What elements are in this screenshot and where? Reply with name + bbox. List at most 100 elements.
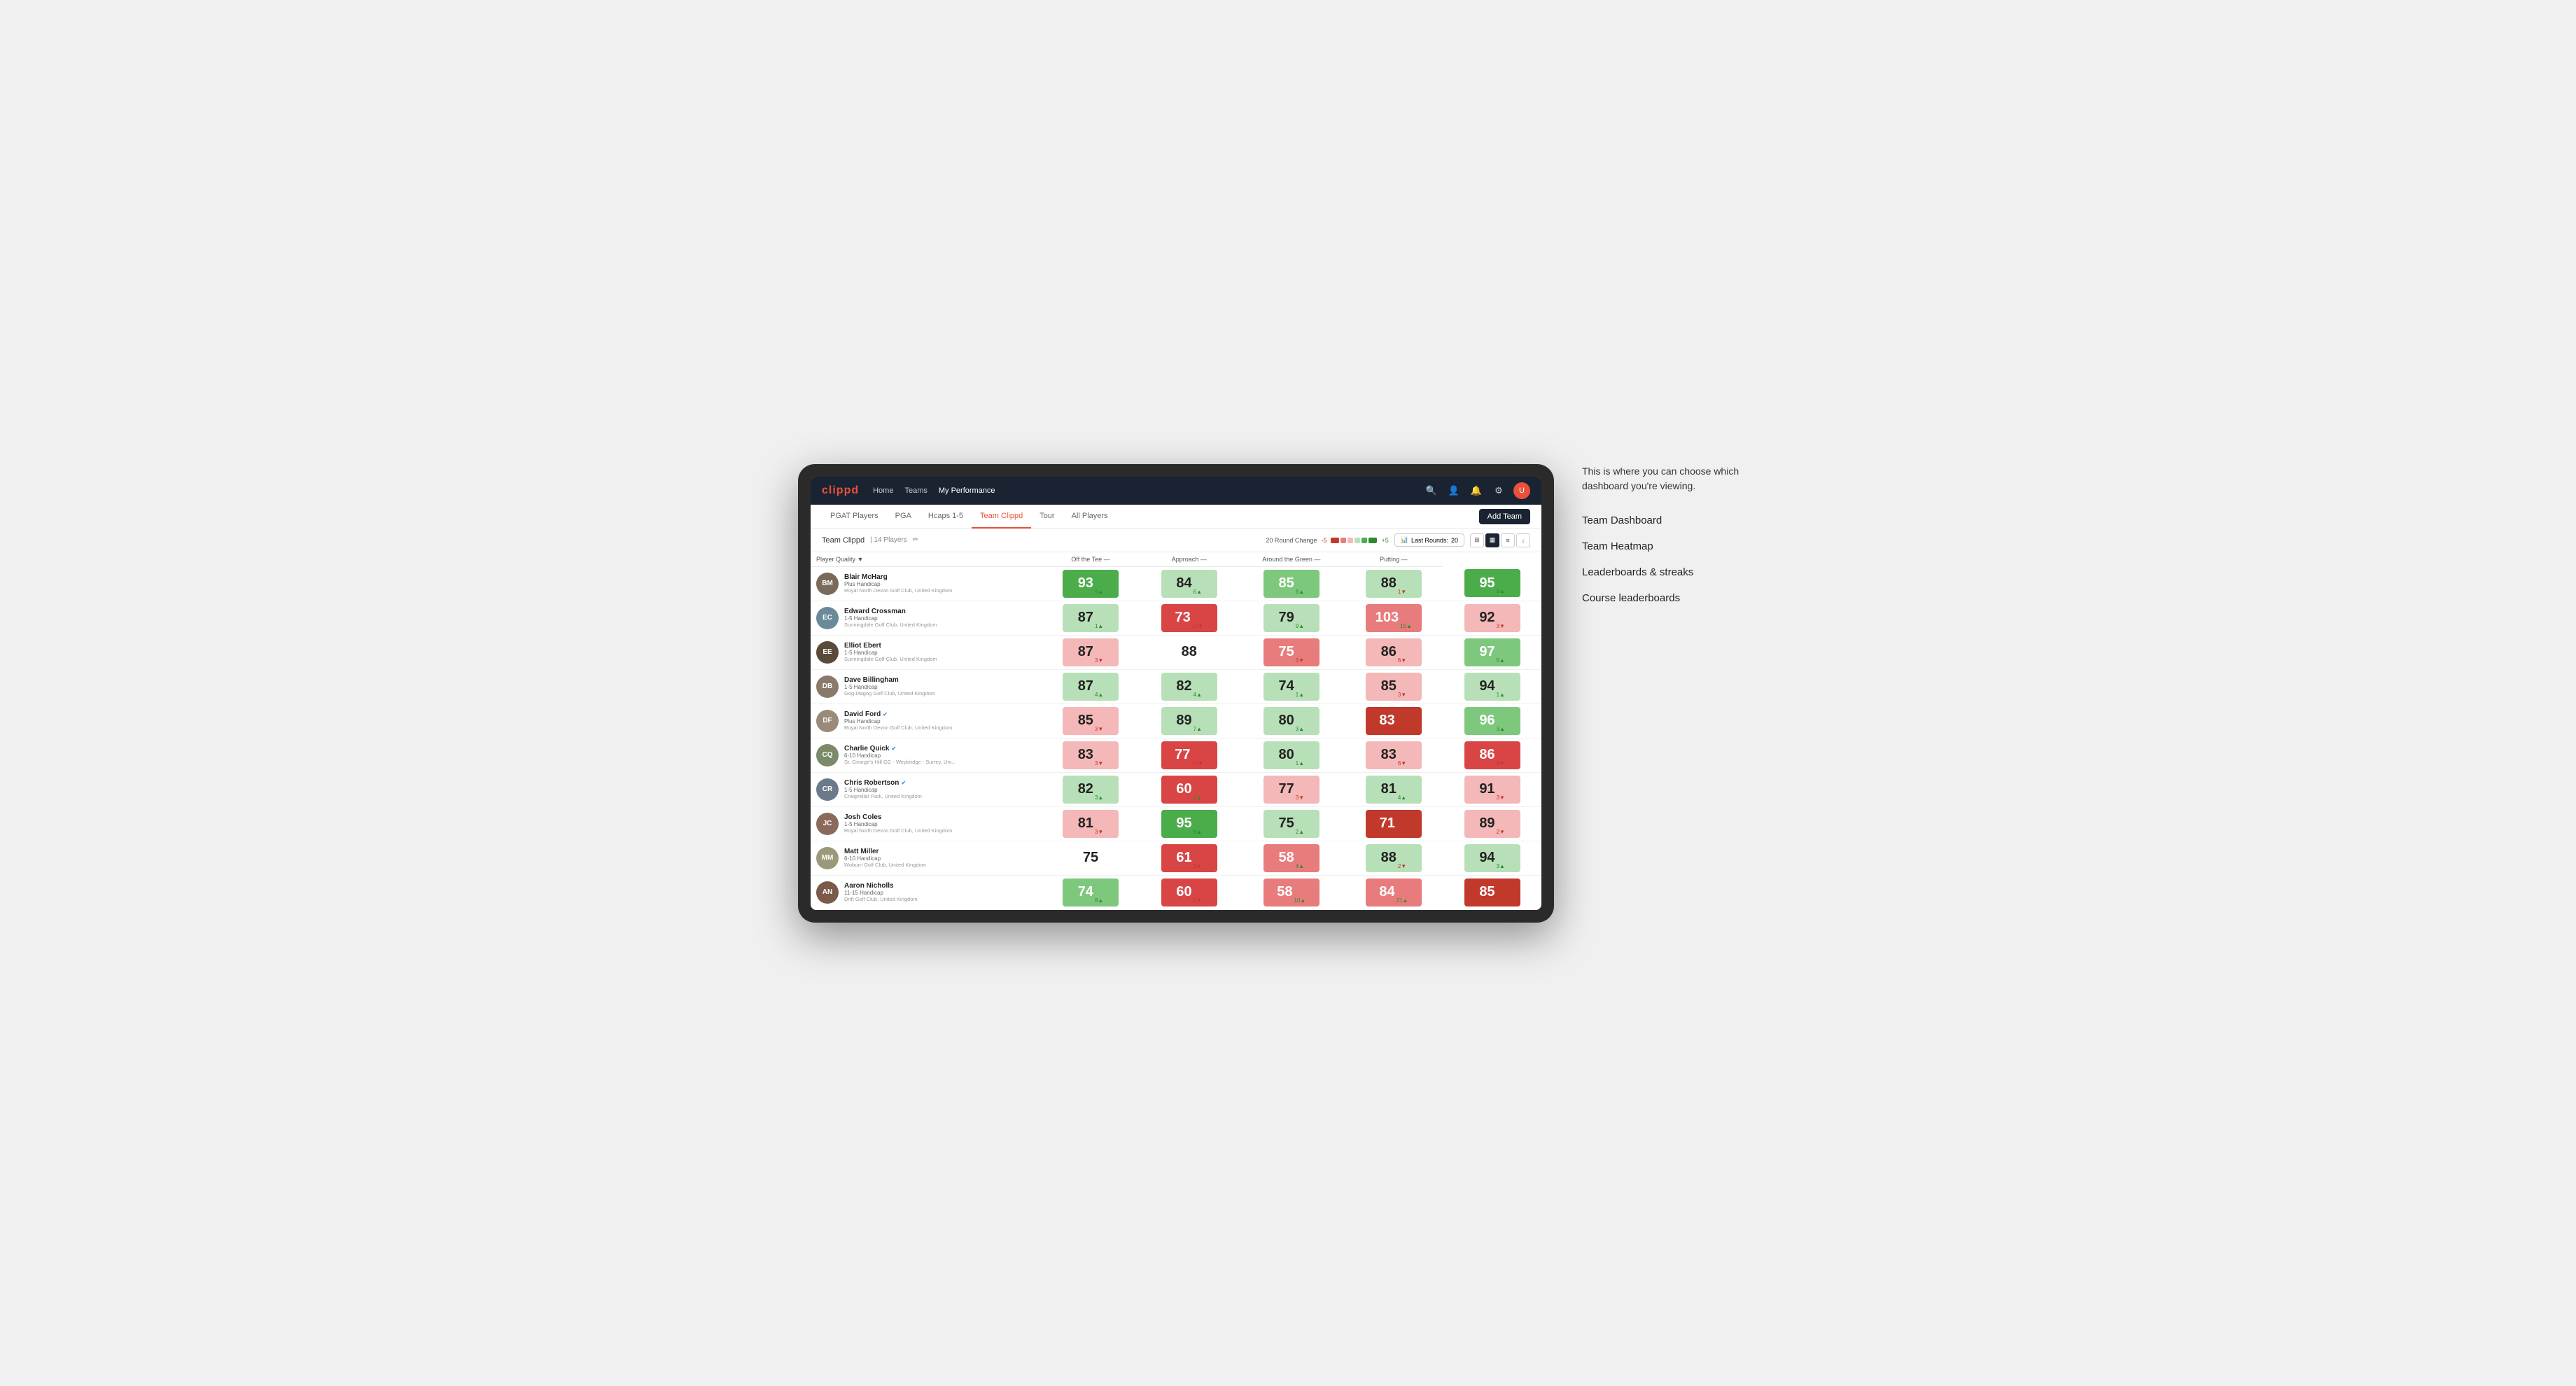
table-row[interactable]: BM Blair McHarg Plus Handicap Royal Nort… <box>811 566 1541 601</box>
score-box: 77 14▼ <box>1161 741 1217 769</box>
tablet-device: clippd Home Teams My Performance 🔍 👤 🔔 ⚙… <box>798 464 1554 923</box>
table-row[interactable]: CQ Charlie Quick✔ 6-10 Handicap St. Geor… <box>811 738 1541 772</box>
subnav-pga[interactable]: PGA <box>887 505 920 528</box>
subnav-all-players[interactable]: All Players <box>1063 505 1116 528</box>
score-change: 6▲ <box>1194 589 1202 598</box>
score-value: 94 <box>1479 678 1494 694</box>
score-box: 95 8▲ <box>1161 810 1217 838</box>
score-change: 3▼ <box>1398 692 1406 701</box>
score-box: 84 21▲ <box>1366 878 1422 906</box>
subnav-team-clippd[interactable]: Team Clippd <box>972 505 1031 528</box>
score-box: 61 3▼ <box>1161 844 1217 872</box>
score-box: 89 7▲ <box>1161 707 1217 735</box>
score-box: 88 1▼ <box>1366 570 1422 598</box>
score-value: 83 <box>1379 713 1394 729</box>
col-approach: Approach — <box>1140 552 1238 567</box>
table-row[interactable]: DF David Ford✔ Plus Handicap Royal North… <box>811 704 1541 738</box>
score-cell-quality: 87 4▲ <box>1042 669 1140 704</box>
search-icon[interactable]: 🔍 <box>1424 483 1439 498</box>
player-info: Matt Miller 6-10 Handicap Woburn Golf Cl… <box>844 848 1036 868</box>
annotation-item-3: Leaderboards & streaks <box>1582 559 1778 585</box>
score-change: 9▲ <box>1095 589 1103 598</box>
list-view-button[interactable]: ≡ <box>1501 533 1515 547</box>
table-row[interactable]: JC Josh Coles 1-5 Handicap Royal North D… <box>811 806 1541 841</box>
profile-icon[interactable]: 👤 <box>1446 483 1462 498</box>
round-change-label: 20 Round Change <box>1266 537 1317 544</box>
score-cell-off_tee: 95 8▲ <box>1140 806 1238 841</box>
last-rounds-button[interactable]: 📊 Last Rounds: 20 <box>1394 533 1464 547</box>
player-cell: CR Chris Robertson✔ 1-5 Handicap Craigmi… <box>811 772 1042 806</box>
score-value: 86 <box>1381 644 1396 660</box>
score-cell-putting: 95 9▲ <box>1443 566 1541 601</box>
table-row[interactable]: DB Dave Billingham 1-5 Handicap Gog Mago… <box>811 669 1541 704</box>
heatmap-bar <box>1331 538 1377 543</box>
score-change: 1▼ <box>1194 897 1202 906</box>
score-change: 3▼ <box>1497 623 1505 632</box>
score-cell-putting: 97 5▲ <box>1443 635 1541 669</box>
bell-icon[interactable]: 🔔 <box>1469 483 1484 498</box>
subnav-hcaps[interactable]: Hcaps 1-5 <box>920 505 972 528</box>
col-off-tee: Off the Tee — <box>1042 552 1140 567</box>
nav-teams[interactable]: Teams <box>904 484 927 498</box>
score-box: 58 4▲ <box>1264 844 1320 872</box>
team-name: Team Clippd <box>822 536 864 545</box>
score-value: 88 <box>1381 575 1396 592</box>
table-row[interactable]: EC Edward Crossman 1-5 Handicap Sunningd… <box>811 601 1541 635</box>
table-row[interactable]: EE Elliot Ebert 1-5 Handicap Sunningdale… <box>811 635 1541 669</box>
heatmap-view-button[interactable]: ▦ <box>1485 533 1499 547</box>
round-change-section: 20 Round Change -5 +5 <box>1266 537 1388 544</box>
score-cell-around_green: 83 6▼ <box>1345 738 1443 772</box>
player-info: Elliot Ebert 1-5 Handicap Sunningdale Go… <box>844 642 1036 662</box>
subnav-pgat[interactable]: PGAT Players <box>822 505 887 528</box>
score-box: 91 3▼ <box>1464 776 1520 804</box>
score-value: 79 <box>1279 610 1294 626</box>
annotation-list: Team Dashboard Team Heatmap Leaderboards… <box>1582 507 1778 611</box>
score-value: 80 <box>1279 747 1294 763</box>
nav-home[interactable]: Home <box>873 484 893 498</box>
score-change: 4▲ <box>1398 794 1406 804</box>
page-wrapper: clippd Home Teams My Performance 🔍 👤 🔔 ⚙… <box>798 464 1778 923</box>
score-box: 96 3▲ <box>1464 707 1520 735</box>
score-value: 97 <box>1479 644 1494 660</box>
score-value: 93 <box>1078 575 1093 592</box>
user-avatar[interactable]: U <box>1513 482 1530 499</box>
score-box: 85 4▼ <box>1464 878 1520 906</box>
score-cell-around_green: 86 6▼ <box>1345 635 1443 669</box>
player-cell: JC Josh Coles 1-5 Handicap Royal North D… <box>811 806 1042 841</box>
score-cell-approach: 80 3▲ <box>1238 704 1345 738</box>
grid-view-button[interactable]: ⊞ <box>1470 533 1484 547</box>
player-club: Craigmillar Park, United Kingdom <box>844 793 1036 799</box>
annotation-intro: This is where you can choose which dashb… <box>1582 464 1778 493</box>
table-row[interactable]: CR Chris Robertson✔ 1-5 Handicap Craigmi… <box>811 772 1541 806</box>
table-row[interactable]: AN Aaron Nicholls 11-15 Handicap Drift G… <box>811 875 1541 909</box>
score-box: 77 3▼ <box>1264 776 1320 804</box>
player-name: Charlie Quick✔ <box>844 745 1036 752</box>
score-change: 7▲ <box>1194 726 1202 735</box>
player-cell: DF David Ford✔ Plus Handicap Royal North… <box>811 704 1042 738</box>
score-cell-around_green: 88 2▼ <box>1345 841 1443 875</box>
score-change: 3▼ <box>1095 760 1103 769</box>
score-cell-around_green: 88 1▼ <box>1345 566 1443 601</box>
score-cell-quality: 82 3▲ <box>1042 772 1140 806</box>
subnav-tour[interactable]: Tour <box>1031 505 1063 528</box>
score-change: 2▼ <box>1497 829 1505 838</box>
add-team-button[interactable]: Add Team <box>1479 509 1530 524</box>
score-value: 92 <box>1479 610 1494 626</box>
player-club: Drift Golf Club, United Kingdom <box>844 896 1036 902</box>
player-club: Sunningdale Golf Club, United Kingdom <box>844 622 1036 628</box>
export-button[interactable]: ↓ <box>1516 533 1530 547</box>
annotation-item-2: Team Heatmap <box>1582 533 1778 559</box>
score-cell-quality: 87 3▼ <box>1042 635 1140 669</box>
verified-badge: ✔ <box>891 746 896 752</box>
player-club: Royal North Devon Golf Club, United King… <box>844 587 1036 594</box>
edit-team-icon[interactable]: ✏ <box>913 536 918 544</box>
score-cell-approach: 75 3▼ <box>1238 635 1345 669</box>
score-cell-putting: 91 3▼ <box>1443 772 1541 806</box>
score-box: 87 4▲ <box>1063 673 1119 701</box>
score-box: 84 6▲ <box>1161 570 1217 598</box>
player-name: Aaron Nicholls <box>844 882 1036 890</box>
settings-icon[interactable]: ⚙ <box>1491 483 1506 498</box>
score-change: 8▲ <box>1296 589 1304 598</box>
table-row[interactable]: MM Matt Miller 6-10 Handicap Woburn Golf… <box>811 841 1541 875</box>
nav-my-performance[interactable]: My Performance <box>939 484 995 498</box>
